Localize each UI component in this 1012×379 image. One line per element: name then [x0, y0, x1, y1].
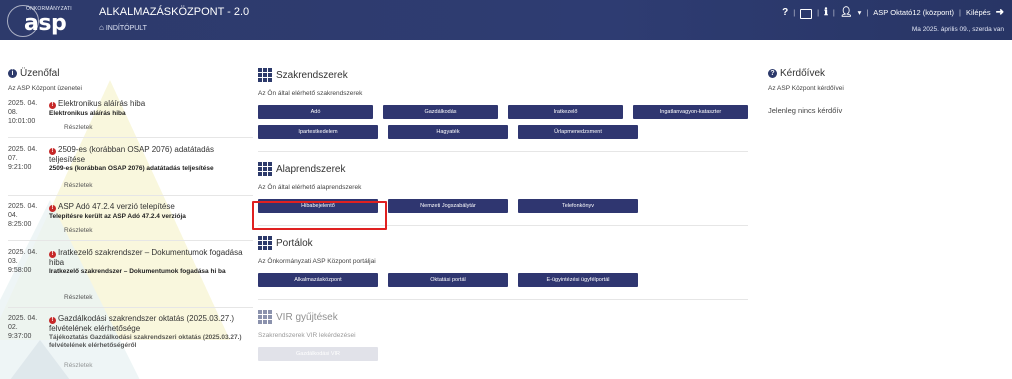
logout-link[interactable]: Kilépés	[966, 8, 991, 17]
logo-main-text: asp	[24, 11, 67, 36]
section-subtitle: Az Ön által elérhető szakrendszerek	[258, 90, 363, 97]
news-date: 2025. 04. 02. 9:37:00	[8, 315, 38, 340]
warning-icon: !	[49, 102, 56, 109]
portals-section: Portálok Az Önkormányzati ASP Központ po…	[258, 236, 748, 300]
divider: |	[866, 8, 869, 17]
home-label: INDÍTÓPULT	[105, 25, 147, 32]
top-header: ÖNKORMÁNYZATI asp ALKALMAZÁSKÖZPONT - 2.…	[0, 0, 1012, 40]
section-title: Üzenőfal	[20, 68, 60, 79]
warning-icon: !	[49, 205, 56, 212]
grid-icon	[258, 310, 272, 324]
logout-icon[interactable]: ➜	[996, 7, 1004, 18]
section-subtitle: Az Önkormányzati ASP Központ portáljai	[258, 258, 376, 265]
info-icon[interactable]: ℹ	[824, 7, 828, 18]
header-tools: ? | | ℹ | 👤︎ ▾ | ASP Oktató12 (központ) …	[782, 7, 1004, 19]
vir-button-gazdalkodas[interactable]: Gazdálkodási VIR	[258, 347, 378, 361]
news-description: Tájékoztatás Gazdálkodási szakrendszeri …	[49, 334, 242, 349]
divider: |	[832, 8, 835, 17]
home-icon: ⌂	[99, 23, 104, 32]
section-title: Portálok	[276, 237, 313, 249]
details-link[interactable]: Részletek	[64, 182, 93, 189]
asp-logo[interactable]: ÖNKORMÁNYZATI asp	[6, 2, 84, 38]
news-date: 2025. 04. 03. 9:58:00	[8, 249, 38, 274]
warning-icon: !	[49, 251, 56, 258]
news-title: ! ASP Adó 47.2.4 verzió telepítése	[49, 202, 249, 212]
user-icon[interactable]: 👤︎	[840, 7, 853, 18]
news-description: 2509-es (korábban OSAP 2076) adatátadás …	[49, 165, 214, 172]
module-button-iratkezelo[interactable]: Iratkezelő	[508, 105, 623, 119]
vir-section: VIR gyűjtések Szakrendszerek VIR lekérde…	[258, 310, 748, 361]
professional-systems-section: Szakrendszerek Az Ön által elérhető szak…	[258, 68, 748, 152]
surveys-empty-text: Jelenleg nincs kérdőív	[768, 106, 843, 115]
message-board: i Üzenőfal Az ASP Központ üzenetei 2025.…	[8, 68, 253, 373]
highlight-box	[252, 201, 387, 230]
grid-icon	[258, 236, 272, 250]
module-button-ado[interactable]: Adó	[258, 105, 373, 119]
section-subtitle: Az Ön által elérhető alaprendszerek	[258, 184, 362, 191]
module-button-jogszabalytar[interactable]: Nemzeti Jogszabálytár	[388, 199, 508, 213]
news-title: ! Elektronikus aláírás hiba	[49, 99, 249, 109]
chevron-down-icon[interactable]: ▾	[858, 8, 862, 17]
module-button-gazdalkodas[interactable]: Gazdálkodás	[383, 105, 498, 119]
news-title: ! 2509-es (korábban OSAP 2076) adatátadás…	[49, 145, 214, 164]
section-title: Alaprendszerek	[276, 163, 346, 175]
grid-icon	[258, 68, 272, 82]
details-link[interactable]: Részletek	[64, 294, 93, 301]
details-link[interactable]: Részletek	[64, 362, 93, 369]
info-circle-icon: i	[8, 69, 17, 78]
warning-icon: !	[49, 317, 56, 324]
surveys-title: ? Kérdőívek	[768, 68, 998, 79]
news-date: 2025. 04. 08. 10:01:00	[8, 100, 38, 125]
section-subtitle: Szakrendszerek VIR lekérdezései	[258, 332, 356, 339]
divider: |	[793, 8, 796, 17]
surveys-panel: ? Kérdőívek Az ASP Központ kérdőívei Jel…	[768, 68, 998, 115]
portal-button-oktatasi[interactable]: Oktatási portál	[388, 273, 508, 287]
section-title: Szakrendszerek	[276, 69, 348, 81]
details-link[interactable]: Részletek	[64, 227, 93, 234]
message-board-title: i Üzenőfal	[8, 68, 248, 79]
news-date: 2025. 04. 07. 9:21:00	[8, 146, 38, 171]
news-description: Telepítésre került az ASP Adó 47.2.4 ver…	[49, 213, 186, 220]
module-button-ingatlanvagyon[interactable]: Ingatlanvagyon-kataszter	[633, 105, 748, 119]
question-circle-icon: ?	[768, 69, 777, 78]
details-link[interactable]: Részletek	[64, 124, 93, 131]
news-title: ! Iratkezelő szakrendszer – Dokumentumok …	[49, 248, 243, 267]
section-header: Alaprendszerek	[258, 162, 748, 176]
warning-icon: !	[49, 148, 56, 155]
portal-button-alkalmazaskozpont[interactable]: Alkalmazásközpont	[258, 273, 378, 287]
current-date: Ma 2025. április 09., szerda van	[911, 26, 1004, 33]
help-icon[interactable]: ?	[782, 7, 788, 18]
news-description: Iratkezelő szakrendszer – Dokumentumok f…	[49, 268, 226, 275]
divider: |	[817, 8, 820, 17]
module-button-urlap[interactable]: Űrlapmenedzsment	[518, 125, 638, 139]
news-description: Elektronikus aláírás hiba	[49, 110, 126, 117]
section-title: VIR gyűjtések	[276, 311, 338, 323]
module-button-telefonkonyv[interactable]: Telefonkönyv	[518, 199, 638, 213]
module-button-hagyatek[interactable]: Hagyaték	[388, 125, 508, 139]
news-title: ! Gazdálkodási szakrendszer oktatás (2025…	[49, 314, 235, 333]
surveys-subtitle: Az ASP Központ kérdőívei	[768, 85, 844, 92]
section-title: Kérdőívek	[780, 68, 826, 79]
section-header: VIR gyűjtések	[258, 310, 748, 324]
module-button-ipar[interactable]: Ipartestkedelem	[258, 125, 378, 139]
divider: |	[959, 8, 961, 17]
message-board-subtitle: Az ASP Központ üzenetei	[8, 85, 82, 92]
user-name[interactable]: ASP Oktató12 (központ)	[873, 8, 954, 17]
section-header: Szakrendszerek	[258, 68, 748, 82]
section-header: Portálok	[258, 236, 748, 250]
home-link[interactable]: ⌂ INDÍTÓPULT	[99, 23, 147, 32]
grid-icon	[258, 162, 272, 176]
portal-button-ugyfelportal[interactable]: E-ügyintézési ügyfélportál	[518, 273, 638, 287]
app-title: ALKALMAZÁSKÖZPONT - 2.0	[99, 6, 250, 18]
monitor-icon[interactable]	[800, 8, 813, 19]
news-date: 2025. 04. 04. 8:25:00	[8, 203, 38, 228]
